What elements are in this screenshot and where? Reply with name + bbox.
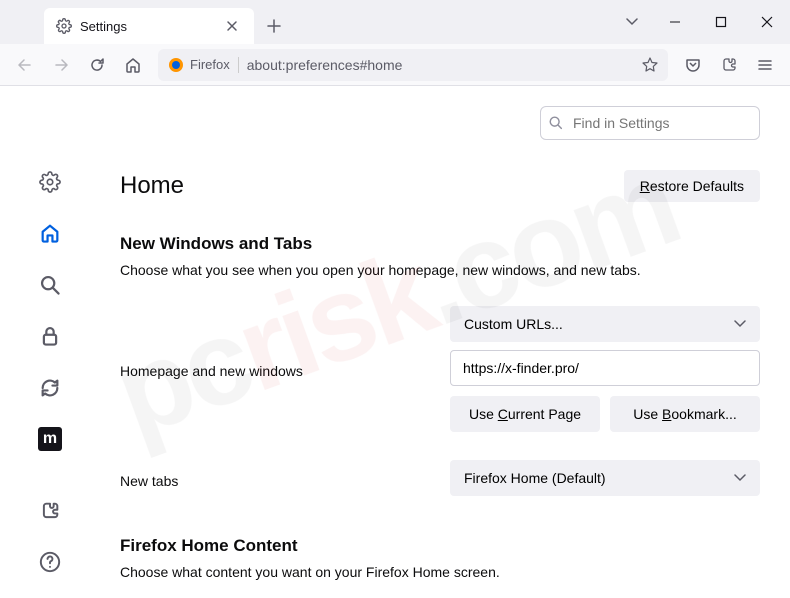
section-title: New Windows and Tabs xyxy=(120,234,760,254)
sidebar-home[interactable] xyxy=(32,218,68,250)
restore-defaults-button[interactable]: Restore Defaults xyxy=(624,170,760,202)
search-icon xyxy=(39,274,61,296)
minimize-icon xyxy=(669,16,681,28)
titlebar: Settings xyxy=(0,0,790,44)
pocket-icon xyxy=(684,56,702,74)
hamburger-icon xyxy=(756,56,774,74)
puzzle-icon xyxy=(39,500,61,522)
sidebar-more-mozilla[interactable]: m xyxy=(32,424,68,456)
back-button[interactable] xyxy=(8,48,42,82)
pocket-button[interactable] xyxy=(676,48,710,82)
help-icon xyxy=(39,551,61,573)
toolbar: Firefox about:preferences#home xyxy=(0,44,790,86)
homepage-url-input[interactable] xyxy=(450,350,760,386)
section-desc: Choose what you see when you open your h… xyxy=(120,262,760,278)
use-bookmark-button[interactable]: Use Bookmark... xyxy=(610,396,760,432)
page-heading: Home xyxy=(120,172,184,200)
plus-icon xyxy=(267,19,281,33)
newtabs-label: New tabs xyxy=(120,467,450,489)
reload-icon xyxy=(88,56,106,74)
url-text: about:preferences#home xyxy=(247,57,634,73)
sidebar-privacy[interactable] xyxy=(32,321,68,353)
browser-tab[interactable]: Settings xyxy=(44,8,254,44)
section-title: Firefox Home Content xyxy=(120,536,760,556)
select-value: Custom URLs... xyxy=(464,316,563,332)
maximize-icon xyxy=(715,16,727,28)
new-tab-button[interactable] xyxy=(258,10,290,42)
forward-button[interactable] xyxy=(44,48,78,82)
section-desc: Choose what content you want on your Fir… xyxy=(120,564,760,580)
tab-title: Settings xyxy=(80,19,214,34)
close-icon xyxy=(761,16,773,28)
select-value: Firefox Home (Default) xyxy=(464,470,606,486)
arrow-left-icon xyxy=(16,56,34,74)
maximize-button[interactable] xyxy=(698,0,744,44)
homepage-label: Homepage and new windows xyxy=(120,357,450,379)
identity-label: Firefox xyxy=(190,57,230,72)
home-icon xyxy=(124,56,142,74)
home-button[interactable] xyxy=(116,48,150,82)
newtabs-mode-select[interactable]: Firefox Home (Default) xyxy=(450,460,760,496)
homepage-mode-select[interactable]: Custom URLs... xyxy=(450,306,760,342)
settings-main: Home Restore Defaults New Windows and Ta… xyxy=(100,86,790,598)
window-controls xyxy=(612,0,790,44)
chevron-down-icon xyxy=(734,474,746,482)
sidebar-help[interactable] xyxy=(32,547,68,579)
content-area: m Home Restore Defaults New Windows and … xyxy=(0,86,790,598)
close-icon xyxy=(226,20,238,32)
tab-close-button[interactable] xyxy=(222,16,242,36)
star-icon xyxy=(642,57,658,73)
address-bar[interactable]: Firefox about:preferences#home xyxy=(158,49,668,81)
home-icon xyxy=(39,222,61,244)
search-icon xyxy=(548,115,564,131)
puzzle-icon xyxy=(720,56,738,74)
gear-icon xyxy=(56,18,72,34)
app-menu-button[interactable] xyxy=(748,48,782,82)
use-current-page-button[interactable]: Use Current Page xyxy=(450,396,600,432)
lock-icon xyxy=(39,325,61,347)
identity-box[interactable]: Firefox xyxy=(168,57,239,73)
minimize-button[interactable] xyxy=(652,0,698,44)
sidebar-general[interactable] xyxy=(32,166,68,198)
tabs-dropdown-button[interactable] xyxy=(612,0,652,44)
gear-icon xyxy=(39,171,61,193)
mozilla-icon: m xyxy=(38,427,62,451)
extensions-button[interactable] xyxy=(712,48,746,82)
settings-sidebar: m xyxy=(0,86,100,598)
bookmark-star-button[interactable] xyxy=(642,57,658,73)
arrow-right-icon xyxy=(52,56,70,74)
sidebar-sync[interactable] xyxy=(32,372,68,404)
sidebar-extensions[interactable] xyxy=(32,495,68,527)
firefox-logo-icon xyxy=(168,57,184,73)
sync-icon xyxy=(39,377,61,399)
reload-button[interactable] xyxy=(80,48,114,82)
find-settings-input[interactable] xyxy=(540,106,760,140)
chevron-down-icon xyxy=(626,18,638,26)
window-close-button[interactable] xyxy=(744,0,790,44)
sidebar-search[interactable] xyxy=(32,269,68,301)
chevron-down-icon xyxy=(734,320,746,328)
